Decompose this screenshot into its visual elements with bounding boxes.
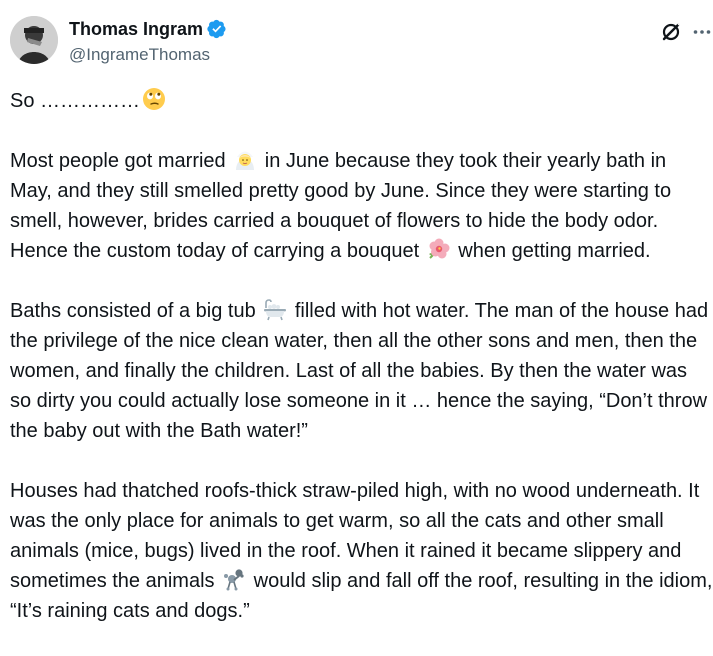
tweet-text-segment: Most people got married (10, 150, 226, 172)
author-handle[interactable]: @IngrameThomas (69, 45, 210, 65)
person-with-veil-emoji (233, 147, 257, 171)
bathtub-emoji (263, 297, 287, 321)
tweet-paragraph-2: Most people got married in June because … (10, 146, 713, 266)
verified-badge-icon (207, 19, 227, 39)
tweet-text-segment: when getting married. (458, 240, 651, 262)
grok-icon[interactable] (659, 20, 683, 44)
tweet-paragraph-1: So …………… (10, 86, 713, 116)
hibiscus-emoji (427, 237, 451, 261)
more-dots-icon[interactable] (692, 20, 712, 44)
tweet-paragraph-4: Houses had thatched roofs-thick straw-pi… (10, 476, 713, 626)
author-name-row: Thomas Ingram (69, 17, 227, 41)
tweet-text-segment: Baths consisted of a big tub (10, 300, 256, 322)
face-with-rolling-eyes-emoji (142, 87, 166, 111)
tweet-text-segment: So …………… (10, 90, 141, 112)
tweet-header: Thomas Ingram @IngrameThomas (0, 0, 713, 80)
poodle-emoji (222, 567, 246, 591)
avatar[interactable] (10, 16, 58, 64)
tweet-text: So …………… Most people got married in June… (10, 86, 713, 656)
author-display-name[interactable]: Thomas Ingram (69, 19, 203, 40)
tweet-paragraph-3: Baths consisted of a big tub filled with… (10, 296, 713, 446)
